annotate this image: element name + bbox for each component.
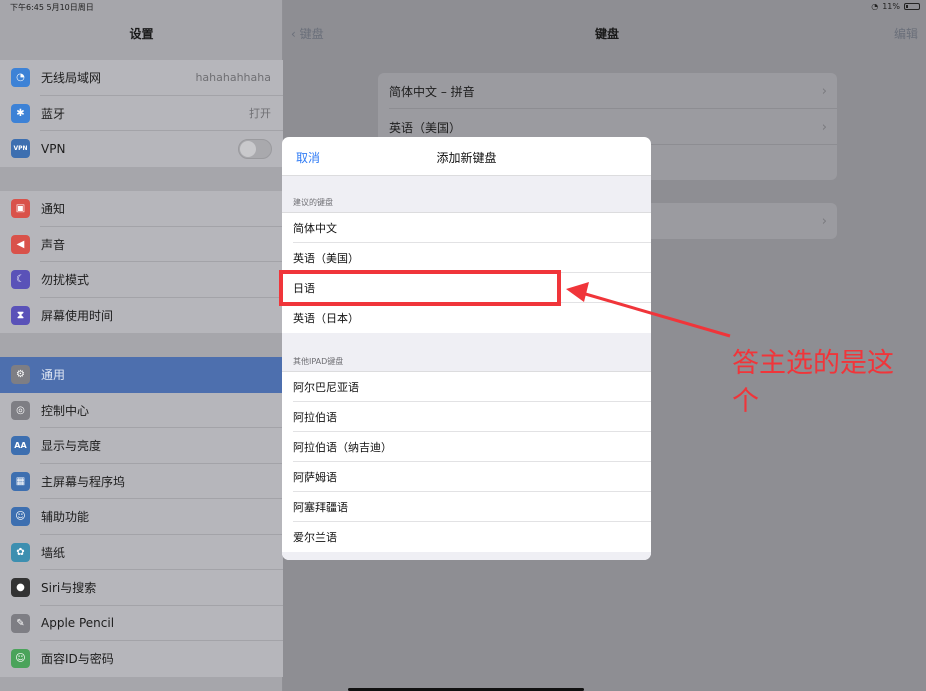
annotation-text: 答主选的是这个 [732, 348, 894, 417]
